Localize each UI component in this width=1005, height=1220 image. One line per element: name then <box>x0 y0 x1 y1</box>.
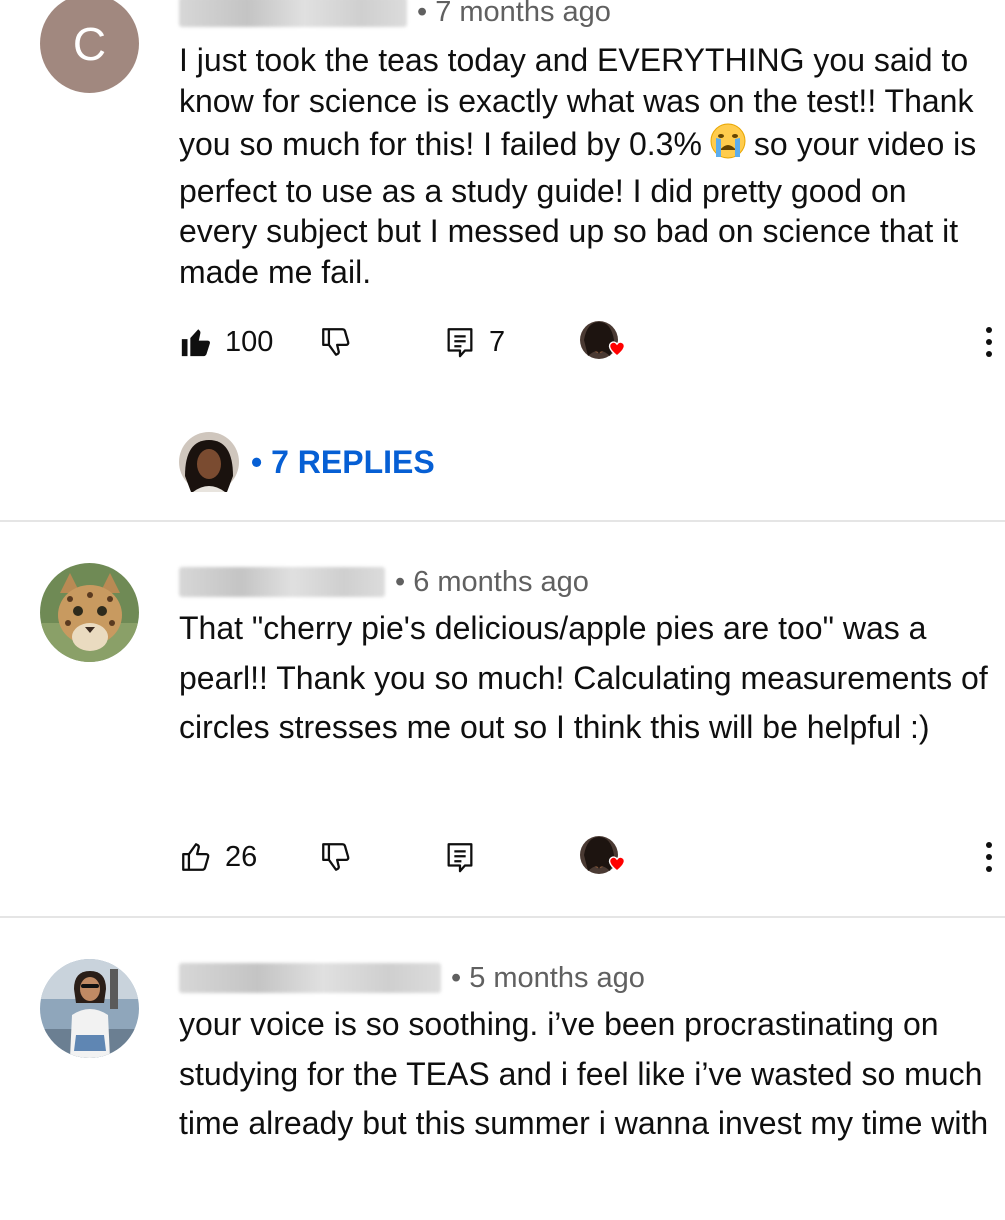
blurred-username[interactable] <box>179 963 441 993</box>
comment-icon <box>447 328 473 358</box>
comment-text: That "cherry pie's delicious/apple pies … <box>179 604 989 753</box>
replier-avatar <box>179 432 239 492</box>
dislike-button[interactable] <box>319 833 353 881</box>
more-dot-icon <box>986 866 992 872</box>
avatar-letter: C <box>72 17 107 70</box>
comment-text: I just took the teas today and EVERYTHIN… <box>179 40 989 293</box>
commenter-avatar[interactable] <box>40 563 139 662</box>
blurred-username[interactable] <box>179 567 385 597</box>
comment-divider <box>0 520 1005 522</box>
thumbs-down-icon <box>322 843 350 871</box>
replies-label: • 7 REPLIES <box>251 443 435 480</box>
dislike-button[interactable] <box>319 318 353 366</box>
thumbs-up-filled-icon <box>181 329 210 357</box>
like-count: 100 <box>225 325 274 358</box>
view-replies-button[interactable]: • 7 REPLIES <box>179 432 435 492</box>
more-dot-icon <box>986 327 992 333</box>
comment-actions: 26 <box>179 833 999 881</box>
thumbs-up-icon <box>182 843 210 871</box>
like-button[interactable]: 26 <box>179 833 257 881</box>
crying-face-icon <box>708 121 748 171</box>
commenter-avatar[interactable]: C <box>40 0 139 93</box>
creator-heart-badge <box>579 835 626 875</box>
reply-button[interactable]: 7 <box>443 318 505 366</box>
reply-button[interactable] <box>443 833 477 881</box>
more-dot-icon <box>986 842 992 848</box>
comment-divider <box>0 916 1005 918</box>
like-button[interactable]: 100 <box>179 318 273 366</box>
comment-timestamp: • 6 months ago <box>395 565 589 598</box>
person-avatar-image <box>40 959 139 1058</box>
ocelot-avatar-image <box>40 563 139 662</box>
comment-icon <box>447 843 473 873</box>
more-dot-icon <box>986 351 992 357</box>
comment-text-content: your voice is so soothing. i’ve been pro… <box>179 1006 989 1141</box>
comment-meta: • 5 months ago <box>179 958 645 998</box>
comment-timestamp: • 5 months ago <box>451 961 645 994</box>
comment-meta: • 7 months ago <box>179 0 611 32</box>
like-count: 26 <box>225 840 258 873</box>
comment-text: your voice is so soothing. i’ve been pro… <box>179 1000 989 1149</box>
more-options-button[interactable] <box>979 837 999 877</box>
more-dot-icon <box>986 854 992 860</box>
comment-meta: • 6 months ago <box>179 562 589 602</box>
blurred-username[interactable] <box>179 0 407 27</box>
comment-timestamp: • 7 months ago <box>417 0 611 28</box>
thumbs-down-icon <box>322 328 350 356</box>
commenter-avatar[interactable] <box>40 959 139 1058</box>
more-dot-icon <box>986 339 992 345</box>
creator-heart-badge <box>579 320 626 360</box>
comment-actions: 100 7 <box>179 318 999 366</box>
reply-count: 7 <box>489 325 506 358</box>
more-options-button[interactable] <box>979 322 999 362</box>
comment-text-content: That "cherry pie's delicious/apple pies … <box>179 610 988 745</box>
